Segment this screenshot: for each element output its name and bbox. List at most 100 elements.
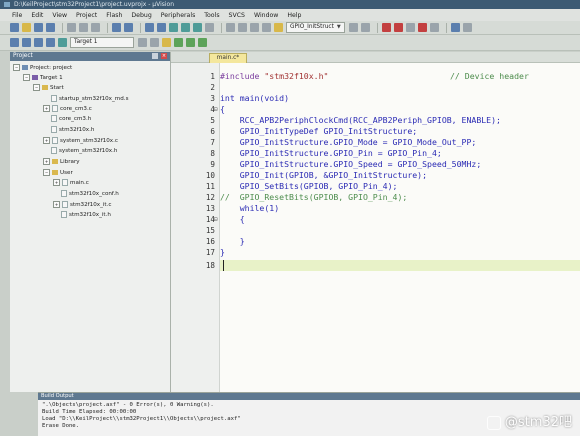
- bookmark-icon[interactable]: [169, 23, 178, 32]
- tree-project-root[interactable]: − Project: project: [13, 64, 72, 73]
- toolbar-separator: [376, 22, 378, 33]
- find-icon[interactable]: [348, 23, 358, 32]
- manage-components-icon[interactable]: [162, 38, 171, 47]
- line-number: 2: [210, 83, 215, 92]
- expand-icon[interactable]: +: [53, 201, 60, 208]
- line-number: 14: [205, 215, 215, 224]
- function-combo[interactable]: GPIO_InitStruct ▼: [286, 22, 345, 33]
- menu-help[interactable]: Help: [287, 12, 301, 19]
- open-file-icon[interactable]: [22, 23, 31, 32]
- tree-file[interactable]: startup_stm32f10x_md.s: [51, 95, 128, 104]
- code-line: GPIO_SetBits(GPIOB, GPIO_Pin_4);: [220, 181, 398, 191]
- expand-icon[interactable]: +: [53, 179, 60, 186]
- menu-debug[interactable]: Debug: [131, 12, 151, 19]
- disable-breakpoint-icon[interactable]: [405, 23, 415, 32]
- tree-file[interactable]: + main.c: [53, 179, 89, 188]
- file-icon: [62, 201, 68, 208]
- toolbar-separator: [140, 22, 141, 33]
- collapse-icon[interactable]: −: [43, 169, 50, 176]
- collapse-icon[interactable]: −: [13, 64, 20, 71]
- close-icon[interactable]: ×: [161, 53, 167, 59]
- project-pane-header: Project ×: [10, 52, 170, 61]
- find-in-files-icon[interactable]: [274, 23, 283, 32]
- target-combo[interactable]: Target 1: [70, 37, 134, 48]
- menu-view[interactable]: View: [52, 12, 67, 19]
- line-number: 9: [210, 160, 215, 169]
- bookmark-prev-icon[interactable]: [181, 23, 190, 32]
- indent-icon[interactable]: [226, 23, 235, 32]
- tree-file[interactable]: stm32f10x_it.h: [61, 211, 111, 220]
- copy-icon[interactable]: [79, 23, 88, 32]
- expand-icon[interactable]: +: [43, 158, 50, 165]
- build-icon[interactable]: [22, 38, 31, 47]
- batch-build-icon[interactable]: [46, 38, 55, 47]
- collapse-icon[interactable]: −: [23, 74, 30, 81]
- expand-icon[interactable]: +: [43, 105, 50, 112]
- unindent-icon[interactable]: [238, 23, 247, 32]
- code-line: GPIO_InitStructure.GPIO_Mode = GPIO_Mode…: [220, 137, 477, 147]
- target-options-icon[interactable]: [138, 38, 147, 47]
- tree-group-start[interactable]: − Start: [33, 84, 64, 93]
- collapse-icon[interactable]: −: [33, 84, 40, 91]
- tree-file[interactable]: stm32f10x.h: [51, 126, 94, 135]
- menu-flash[interactable]: Flash: [106, 12, 122, 19]
- translate-icon[interactable]: [10, 38, 19, 47]
- bookmark-clear-icon[interactable]: [205, 23, 214, 32]
- download-icon[interactable]: [58, 38, 67, 47]
- manage-project-icon[interactable]: [150, 38, 159, 47]
- undo-icon[interactable]: [112, 23, 121, 32]
- tree-file[interactable]: core_cm3.h: [51, 115, 91, 124]
- line-number: 13: [205, 204, 215, 213]
- tree-group-library[interactable]: + Library: [43, 158, 80, 167]
- pin-icon[interactable]: [152, 53, 158, 59]
- kill-breakpoints-icon[interactable]: [417, 23, 427, 32]
- menu-edit[interactable]: Edit: [31, 12, 43, 19]
- tree-file[interactable]: + core_cm3.c: [43, 105, 92, 114]
- line-number: 3: [210, 94, 215, 103]
- menu-tools[interactable]: Tools: [204, 12, 219, 19]
- menu-peripherals[interactable]: Peripherals: [161, 12, 196, 19]
- nav-forward-icon[interactable]: [157, 23, 166, 32]
- line-number: 1: [210, 72, 215, 81]
- select-packs-icon[interactable]: [174, 38, 183, 47]
- tree-file[interactable]: system_stm32f10x.h: [51, 147, 117, 156]
- fold-marker-icon[interactable]: ⊟: [214, 214, 220, 225]
- save-icon[interactable]: [34, 23, 43, 32]
- fold-marker-icon[interactable]: ⊟: [214, 104, 220, 115]
- code-line-comment: // GPIO_ResetBits(GPIOB, GPIO_Pin_4);: [220, 192, 408, 202]
- window-layout-icon[interactable]: [450, 23, 460, 32]
- run-time-environment-icon[interactable]: [198, 38, 207, 47]
- redo-icon[interactable]: [124, 23, 133, 32]
- new-file-icon[interactable]: [10, 23, 19, 32]
- tab-main-c[interactable]: main.c*: [209, 53, 247, 63]
- paste-icon[interactable]: [91, 23, 100, 32]
- bookmark-next-icon[interactable]: [193, 23, 202, 32]
- rebuild-icon[interactable]: [34, 38, 43, 47]
- expand-icon[interactable]: +: [43, 137, 50, 144]
- disable-all-breakpoints-icon[interactable]: [429, 23, 439, 32]
- save-all-icon[interactable]: [46, 23, 55, 32]
- file-icon: [51, 126, 57, 133]
- line-number: 11: [205, 182, 215, 191]
- nav-back-icon[interactable]: [145, 23, 154, 32]
- uncomment-icon[interactable]: [262, 23, 271, 32]
- menu-window[interactable]: Window: [254, 12, 278, 19]
- code-area[interactable]: #include "stm32f10x.h"// Device header i…: [220, 63, 580, 392]
- tree-target[interactable]: − Target 1: [23, 74, 63, 83]
- menu-project[interactable]: Project: [76, 12, 97, 19]
- comment-icon[interactable]: [250, 23, 259, 32]
- pack-installer-icon[interactable]: [186, 38, 195, 47]
- window-title: D:\KeilProject\stm32Project1\project.uvp…: [14, 1, 175, 8]
- tree-group-user[interactable]: − User: [43, 169, 73, 178]
- breakpoint-icon[interactable]: [393, 23, 403, 32]
- tree-file[interactable]: stm32f10x_conf.h: [61, 190, 119, 199]
- incremental-find-icon[interactable]: [360, 23, 370, 32]
- menu-file[interactable]: File: [12, 12, 22, 19]
- toolbar-separator: [221, 22, 222, 33]
- cut-icon[interactable]: [67, 23, 76, 32]
- tree-file[interactable]: + system_stm32f10x.c: [43, 137, 118, 146]
- menu-svcs[interactable]: SVCS: [229, 12, 245, 19]
- tree-file[interactable]: + stm32f10x_it.c: [53, 201, 111, 210]
- configure-icon[interactable]: [462, 23, 472, 32]
- start-debug-icon[interactable]: [381, 23, 391, 32]
